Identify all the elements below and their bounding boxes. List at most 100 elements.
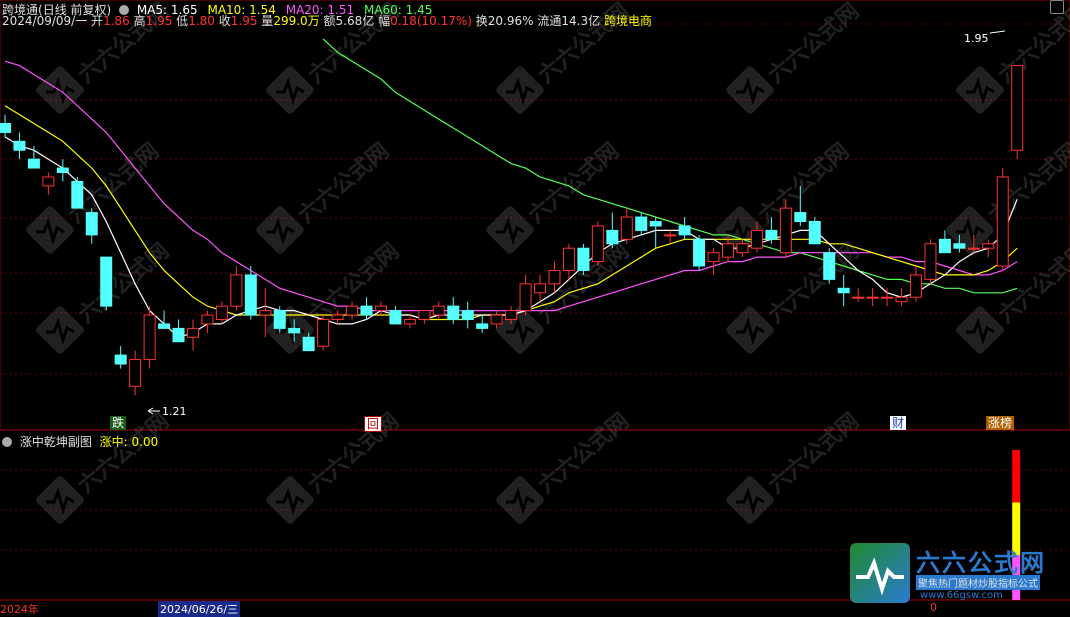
- ma60-line: [322, 38, 1018, 294]
- watermark-logo: 六六公式网: [26, 139, 164, 254]
- brand-url: www.66gsw.com: [920, 590, 1003, 601]
- candle-body-down: [476, 323, 489, 329]
- candle: [201, 310, 214, 333]
- candle-body-down: [27, 158, 40, 169]
- candle: [693, 234, 706, 271]
- open-label: 开: [91, 14, 104, 28]
- watermark-logo: 六六公式网: [266, 409, 404, 524]
- indicator-title[interactable]: 涨中乾坤副图: [20, 435, 92, 449]
- indicator-bar-segment: [1012, 450, 1021, 503]
- candle-body-up: [750, 229, 763, 249]
- high-price-marker: 1.95: [964, 30, 1006, 45]
- event-tag-die[interactable]: 跌: [110, 416, 127, 430]
- candle-body-up: [418, 310, 431, 320]
- candle-body-up: [881, 296, 894, 299]
- watermark-logo: 六六公式网: [956, 239, 1070, 354]
- candle-body-up: [403, 318, 416, 325]
- panel-toggle-icon[interactable]: [1050, 0, 1064, 14]
- candle-body-down: [100, 256, 113, 307]
- candle-body-down: [938, 238, 951, 254]
- event-tag-hui[interactable]: 回: [364, 416, 383, 432]
- candle-body-up: [259, 310, 272, 316]
- candle: [317, 315, 330, 351]
- candle: [100, 256, 113, 311]
- candle: [461, 301, 474, 329]
- candle: [186, 319, 199, 351]
- event-tag-cai[interactable]: 财: [890, 416, 907, 430]
- candle-body-up: [967, 247, 980, 250]
- candle-body-up: [707, 252, 720, 263]
- event-tag-zhangbang[interactable]: 涨榜: [986, 416, 1015, 430]
- candle-body-up: [331, 314, 344, 320]
- amount-value: 5.68亿: [335, 14, 375, 28]
- turnover-value: 20.96%: [487, 14, 534, 28]
- candle-body-down: [823, 252, 836, 280]
- candle: [143, 306, 156, 369]
- watermark-logo: 六六公式网: [726, 409, 864, 524]
- candle: [129, 350, 142, 396]
- candle-body-up: [215, 305, 228, 320]
- candle-body-up: [490, 314, 503, 325]
- change-label: 幅: [378, 14, 391, 28]
- candle: [649, 217, 662, 249]
- concept-tag[interactable]: 跨境电商: [604, 14, 652, 28]
- candle: [664, 230, 677, 244]
- watermark-brand-text: 六六公式网: [294, 139, 394, 229]
- candle-body-up: [909, 274, 922, 298]
- candle: [895, 288, 908, 307]
- candle-body-down: [794, 212, 807, 222]
- candle-body-up: [620, 216, 633, 240]
- watermark-logo: 六六公式网: [36, 409, 174, 524]
- candle-body-down: [360, 305, 373, 316]
- candle: [577, 243, 590, 275]
- candle: [823, 248, 836, 284]
- candle: [215, 301, 228, 324]
- candle-body-down: [808, 221, 821, 245]
- candle: [56, 159, 69, 182]
- candle-body-down: [302, 336, 315, 352]
- indicator-value: 涨中: 0.00: [99, 435, 159, 449]
- candle: [562, 243, 575, 280]
- brand-name: 六六公式网: [916, 549, 1046, 577]
- candle-body-up: [519, 283, 532, 312]
- candle-body-up: [201, 314, 214, 325]
- watermark-logo: 六六公式网: [256, 139, 394, 254]
- candle: [635, 212, 648, 235]
- candle-body-up: [432, 305, 445, 316]
- close-value: 1.95: [230, 14, 258, 28]
- watermark-brand-text: 六六公式网: [984, 139, 1070, 229]
- candle-body-up: [895, 296, 908, 303]
- candle-body-up: [143, 314, 156, 361]
- high-label: 高: [133, 14, 146, 28]
- open-value: 1.86: [103, 14, 130, 28]
- candle: [114, 346, 127, 369]
- watermark-brand-text: 六六公式网: [304, 409, 404, 499]
- watermark-brand-text: 六六公式网: [764, 0, 864, 89]
- watermark-brand-text: 六六公式网: [74, 239, 174, 329]
- candle-body-down: [0, 123, 11, 133]
- candle-body-down: [71, 180, 84, 209]
- candle-body-down: [765, 229, 778, 240]
- bottom-axis-mid-date: 2024/06/26/三: [160, 603, 239, 616]
- candle-body-up: [591, 225, 604, 263]
- candle: [273, 306, 286, 333]
- candle-body-up: [129, 359, 142, 387]
- candle: [172, 319, 185, 343]
- indicator-settings-icon[interactable]: [2, 437, 12, 447]
- indicator-header: 涨中乾坤副图 涨中: 0.00: [2, 433, 158, 450]
- candle: [534, 274, 547, 302]
- candle-body-down: [85, 212, 98, 236]
- watermark-layer: 六六公式网 六六公式网 六六公式网 六六公式网 六六公式网六六公式网 六六公式网 六六公式网…: [26, 0, 1070, 524]
- candle: [42, 172, 55, 195]
- candle-body-up: [186, 327, 199, 338]
- candle: [837, 274, 850, 307]
- high-value: 1.95: [145, 14, 173, 28]
- candle-body-down: [389, 310, 402, 325]
- candle: [707, 248, 720, 275]
- candle: [85, 208, 98, 244]
- float-label: 流通: [537, 14, 562, 28]
- candle-body-down: [172, 327, 185, 343]
- candle-body-down: [244, 274, 257, 316]
- candle-body-down: [158, 323, 171, 329]
- candle-body-up: [317, 318, 330, 347]
